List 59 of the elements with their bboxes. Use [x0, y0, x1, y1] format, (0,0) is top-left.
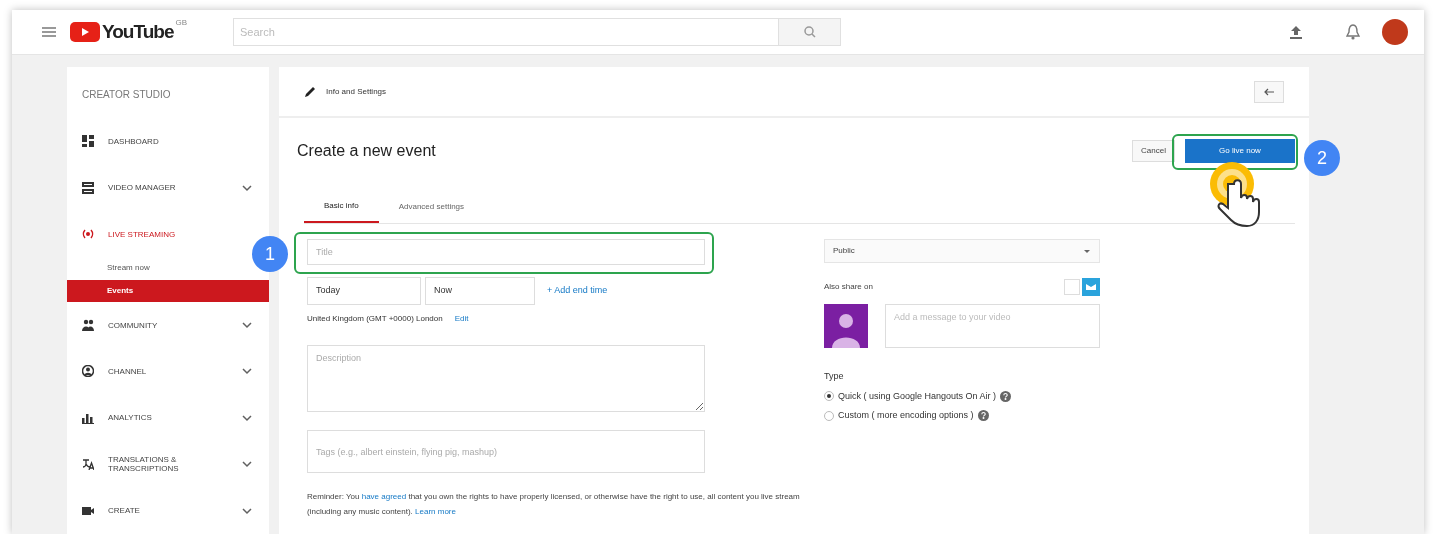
caret-icon [1083, 247, 1091, 255]
search-icon [803, 26, 816, 38]
radio-label: Quick ( using Google Hangouts On Air ) [838, 389, 997, 403]
play-logo-icon [70, 22, 100, 42]
page-title: Create a new event [297, 141, 436, 161]
person-silhouette-icon [824, 304, 868, 348]
menu-icon[interactable] [42, 27, 56, 37]
sidebar-title: CREATOR STUDIO [82, 88, 172, 102]
sidebar-item[interactable]: TRANSLATIONS & TRANSCRIPTIONS [67, 441, 269, 488]
title-field[interactable]: Title [307, 239, 705, 265]
translate-icon [82, 458, 94, 471]
avatar[interactable] [1382, 19, 1408, 45]
date-field[interactable]: Today [307, 277, 421, 305]
broadcast-icon [82, 228, 94, 241]
learn-more-link[interactable]: Learn more [415, 507, 456, 516]
bar-chart-icon [82, 411, 94, 424]
privacy-dropdown[interactable]: Public [824, 239, 1100, 263]
tab[interactable]: Basic info [304, 190, 379, 223]
help-icon [977, 410, 989, 422]
bell-icon[interactable] [1346, 24, 1360, 40]
logo-text: YouTube [102, 19, 174, 44]
timezone-text: United Kingdom (GMT +0000) London [307, 313, 443, 325]
tags-field[interactable]: Tags (e.g., albert einstein, flying pig, mashup) [307, 430, 705, 473]
go-live-button[interactable]: Go live now [1185, 139, 1295, 163]
sidebar-subitem[interactable]: Stream now [67, 257, 158, 280]
camera-icon [82, 504, 94, 517]
description-field[interactable]: Description [307, 345, 705, 412]
edit-link[interactable]: Edit [454, 313, 469, 325]
message-field[interactable]: Add a message to your video [885, 304, 1100, 348]
region-code: GB [175, 17, 187, 27]
sidebar-item[interactable]: VIDEO MANAGER [67, 164, 269, 211]
step-badge: 2 [1304, 140, 1340, 176]
checkbox[interactable] [1064, 279, 1080, 295]
search-button[interactable] [779, 18, 841, 46]
sidebar-subitem[interactable]: Events [67, 279, 269, 302]
cancel-button[interactable]: Cancel [1132, 140, 1175, 162]
sidebar-item[interactable]: LIVE STREAMING [67, 210, 192, 258]
help-icon [1000, 390, 1012, 402]
dashboard-icon [82, 135, 94, 148]
share-label: Also share on [824, 281, 874, 293]
pencil-icon [304, 85, 316, 98]
section-label: Info and Settings [326, 85, 387, 98]
sidebar-item[interactable]: ANALYTICS [67, 394, 269, 442]
search-field[interactable]: Search [233, 18, 779, 46]
upload-icon[interactable] [1290, 25, 1302, 39]
reminder-text: Reminder: You have agreed that you own the rights to have properly licensed, or otherwise have the right to use, all content you live stream (including any music content). Learn more [307, 491, 801, 518]
sidebar-item[interactable]: CREATE [67, 487, 269, 534]
sidebar-item[interactable]: COMMUNITY [67, 301, 269, 349]
sidebar-item[interactable]: DASHBOARD [67, 118, 175, 165]
people-icon [82, 319, 94, 332]
radio-label: Custom ( more encoding options ) [838, 409, 974, 422]
add-end-time-link[interactable]: + Add end time [547, 284, 608, 298]
sidebar-item[interactable]: CHANNEL [67, 348, 269, 395]
tab[interactable]: Advanced settings [378, 190, 485, 223]
back-button[interactable] [1254, 80, 1284, 103]
type-label: Type [824, 370, 845, 383]
time-field[interactable]: Now [425, 277, 535, 305]
film-strip-icon [82, 181, 94, 194]
arrow-left-icon [1264, 87, 1274, 96]
